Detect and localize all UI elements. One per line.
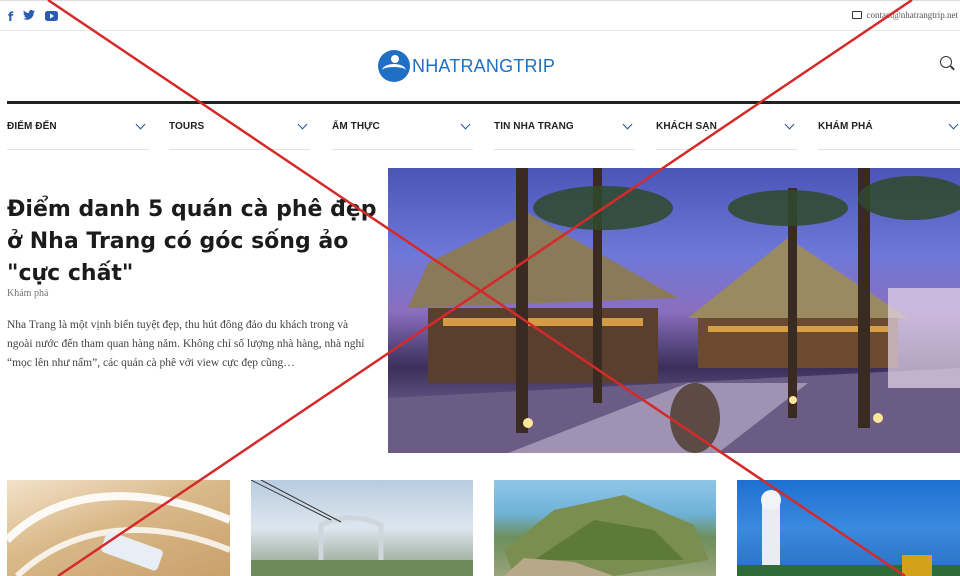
chevron-down-icon [784, 119, 795, 130]
featured-image-scene [388, 168, 960, 453]
nav-item-label: KHÁCH SẠN [656, 121, 717, 132]
article-thumb-3[interactable] [494, 480, 716, 576]
twitter-icon[interactable] [23, 10, 36, 24]
main-nav: ĐIỂM ĐẾN TOURS ẨM THỰC TIN NHA TRANG KHÁ… [7, 104, 960, 150]
nav-item-tin-nha-trang[interactable]: TIN NHA TRANG [494, 104, 635, 150]
top-bar: f contact@nhatrangtrip.net [0, 0, 960, 31]
contact-email[interactable]: contact@nhatrangtrip.net [852, 10, 958, 20]
chevron-down-icon [460, 119, 471, 130]
chevron-down-icon [948, 119, 959, 130]
youtube-icon[interactable] [45, 11, 59, 23]
nav-item-label: KHÁM PHÁ [818, 121, 873, 132]
thumb-2-image [251, 480, 473, 576]
thumb-1-image [7, 492, 230, 576]
article-thumb-2[interactable] [251, 480, 473, 576]
article-thumb-1[interactable] [7, 480, 230, 576]
facebook-icon[interactable]: f [8, 11, 13, 23]
featured-excerpt: Nha Trang là một vịnh biển tuyệt đẹp, th… [7, 319, 365, 369]
chevron-down-icon [297, 119, 308, 130]
nav-item-label: ẨM THỰC [332, 121, 380, 132]
featured-category[interactable]: Khám phá [7, 288, 48, 299]
social-links: f [8, 10, 59, 24]
nav-item-khach-san[interactable]: KHÁCH SẠN [656, 104, 797, 150]
nav-item-tours[interactable]: TOURS [169, 104, 310, 150]
logo-mark-icon [378, 50, 410, 82]
nav-item-diem-den[interactable]: ĐIỂM ĐẾN [7, 104, 149, 150]
nav-item-label: TIN NHA TRANG [494, 121, 574, 132]
article-thumb-4[interactable] [737, 480, 960, 576]
site-logo[interactable]: NHATRANGTRIP [378, 50, 555, 82]
thumb-3-image [504, 495, 709, 576]
search-icon[interactable] [940, 56, 952, 68]
nav-item-label: TOURS [169, 121, 205, 132]
featured-image[interactable] [388, 168, 960, 453]
nav-item-am-thuc[interactable]: ẨM THỰC [332, 104, 473, 150]
thumb-4-image [737, 490, 960, 576]
featured-title[interactable]: Điểm danh 5 quán cà phê đẹp ở Nha Trang … [7, 194, 377, 290]
nav-item-label: ĐIỂM ĐẾN [7, 121, 57, 132]
contact-email-text: contact@nhatrangtrip.net [866, 10, 958, 20]
logo-text: NHATRANGTRIP [412, 55, 556, 76]
chevron-down-icon [622, 119, 633, 130]
nav-item-kham-pha[interactable]: KHÁM PHÁ [818, 104, 960, 150]
mail-icon [852, 11, 863, 19]
chevron-down-icon [135, 119, 146, 130]
